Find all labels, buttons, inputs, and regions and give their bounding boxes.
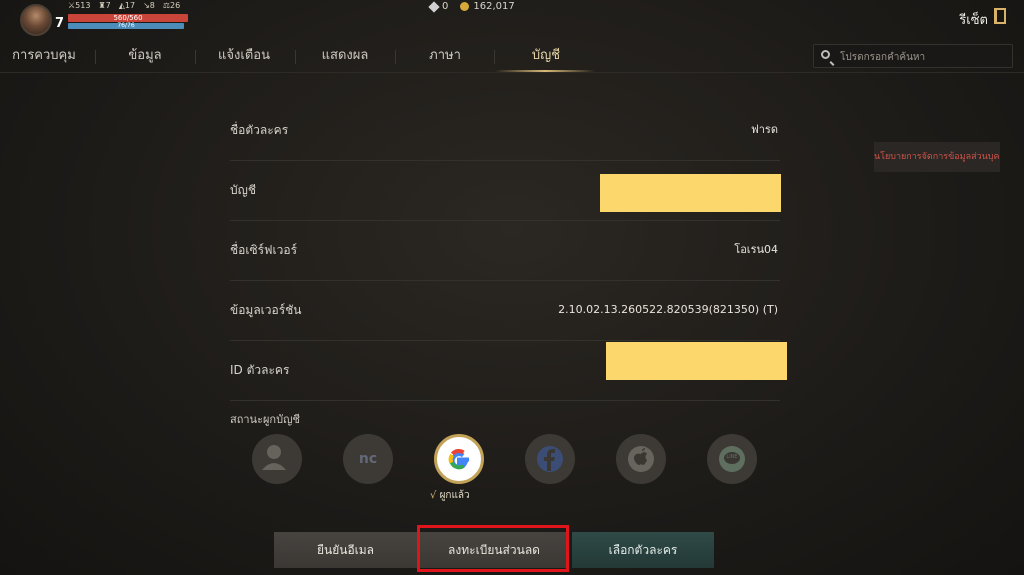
binding-status-label: สถานะผูกบัญชี — [230, 413, 300, 426]
check-icon: √ — [430, 490, 437, 501]
stat-accuracy: ↘8 — [143, 1, 155, 10]
tab-divider — [195, 50, 196, 64]
apple-icon — [628, 446, 654, 472]
row-label: ชื่อเซิร์ฟเวอร์ — [230, 243, 298, 257]
currency-display: 0 162,017 — [428, 0, 515, 13]
tab-language[interactable]: ภาษา — [400, 42, 490, 70]
redaction-account — [600, 174, 781, 212]
exit-icon[interactable] — [994, 8, 1006, 24]
bound-text: ผูกแล้ว — [439, 490, 470, 501]
tab-account[interactable]: บัญชี — [498, 42, 594, 70]
tab-divider — [395, 50, 396, 64]
tab-divider — [295, 50, 296, 64]
row-value: ฟารด — [750, 123, 778, 136]
search-box[interactable] — [813, 44, 1013, 69]
gold-icon — [460, 2, 470, 11]
google-icon — [448, 449, 469, 470]
ncsoft-account-button[interactable]: nc — [343, 434, 393, 484]
guest-account-button[interactable] — [252, 434, 302, 484]
stat-defense: ♜7 — [98, 1, 111, 10]
row-label: บัญชี — [230, 183, 256, 197]
google-account-button[interactable] — [434, 434, 484, 484]
stat-attack: ⚔513 — [68, 1, 91, 10]
stat-weight: ⚖26 — [162, 1, 181, 10]
line-account-button[interactable]: LINE — [707, 434, 757, 484]
tab-divider — [95, 50, 96, 64]
row-label: ชื่อตัวละคร — [230, 123, 289, 137]
settings-tabs: การควบคุม ข้อมูล แจ้งเตือน แสดงผล ภาษา บ… — [0, 42, 800, 72]
row-server-name: ชื่อเซิร์ฟเวอร์ โอเรน04 — [230, 220, 780, 281]
privacy-policy-link[interactable]: นโยบายการจัดการข้อมูลส่วนบุคคล — [874, 142, 1000, 172]
tab-divider — [494, 50, 495, 64]
tab-info[interactable]: ข้อมูล — [100, 42, 190, 70]
top-hud: 7 ⚔513 ♜7 ◭17 ↘8 ⚖26 560/560 76/76 0 162… — [0, 0, 1024, 40]
search-icon — [821, 50, 830, 59]
tab-display[interactable]: แสดงผล — [300, 42, 390, 70]
stat-evasion: ◭17 — [118, 1, 136, 10]
search-input[interactable] — [838, 45, 1012, 69]
hp-bar: 560/560 — [68, 14, 188, 22]
row-value: 2.10.02.13.260522.820539(821350) (T) — [558, 303, 778, 316]
tabs-divider — [0, 72, 1024, 73]
google-bound-status: √ ผูกแล้ว — [430, 488, 470, 503]
row-character-name: ชื่อตัวละคร ฟารด — [230, 100, 780, 161]
gem-count: 0 — [442, 1, 449, 12]
row-label: ข้อมูลเวอร์ชัน — [230, 303, 302, 317]
stat-icons: ⚔513 ♜7 ◭17 ↘8 ⚖26 — [68, 1, 180, 10]
avatar[interactable] — [20, 4, 52, 36]
reset-button[interactable]: รีเซ็ต — [959, 9, 988, 30]
highlight-box — [417, 525, 569, 572]
row-version-info: ข้อมูลเวอร์ชัน 2.10.02.13.260522.820539(… — [230, 280, 780, 341]
tab-notifications[interactable]: แจ้งเตือน — [198, 42, 290, 70]
character-level: 7 — [55, 16, 65, 31]
row-label: ID ตัวละคร — [230, 363, 290, 377]
gem-icon — [428, 0, 440, 13]
line-logo-text: LINE — [726, 454, 738, 460]
ncsoft-icon: nc — [358, 451, 378, 467]
tab-controls[interactable]: การควบคุม — [0, 42, 88, 70]
select-character-button[interactable]: เลือกตัวละคร — [572, 532, 714, 568]
facebook-icon — [537, 446, 563, 472]
row-value: โอเรน04 — [734, 243, 778, 256]
mp-bar: 76/76 — [68, 23, 184, 29]
gold-count: 162,017 — [473, 1, 515, 12]
verify-email-button[interactable]: ยืนยันอีเมล — [274, 532, 417, 568]
person-icon — [262, 445, 286, 470]
apple-account-button[interactable] — [616, 434, 666, 484]
facebook-account-button[interactable] — [525, 434, 575, 484]
redaction-character-id — [606, 342, 787, 380]
